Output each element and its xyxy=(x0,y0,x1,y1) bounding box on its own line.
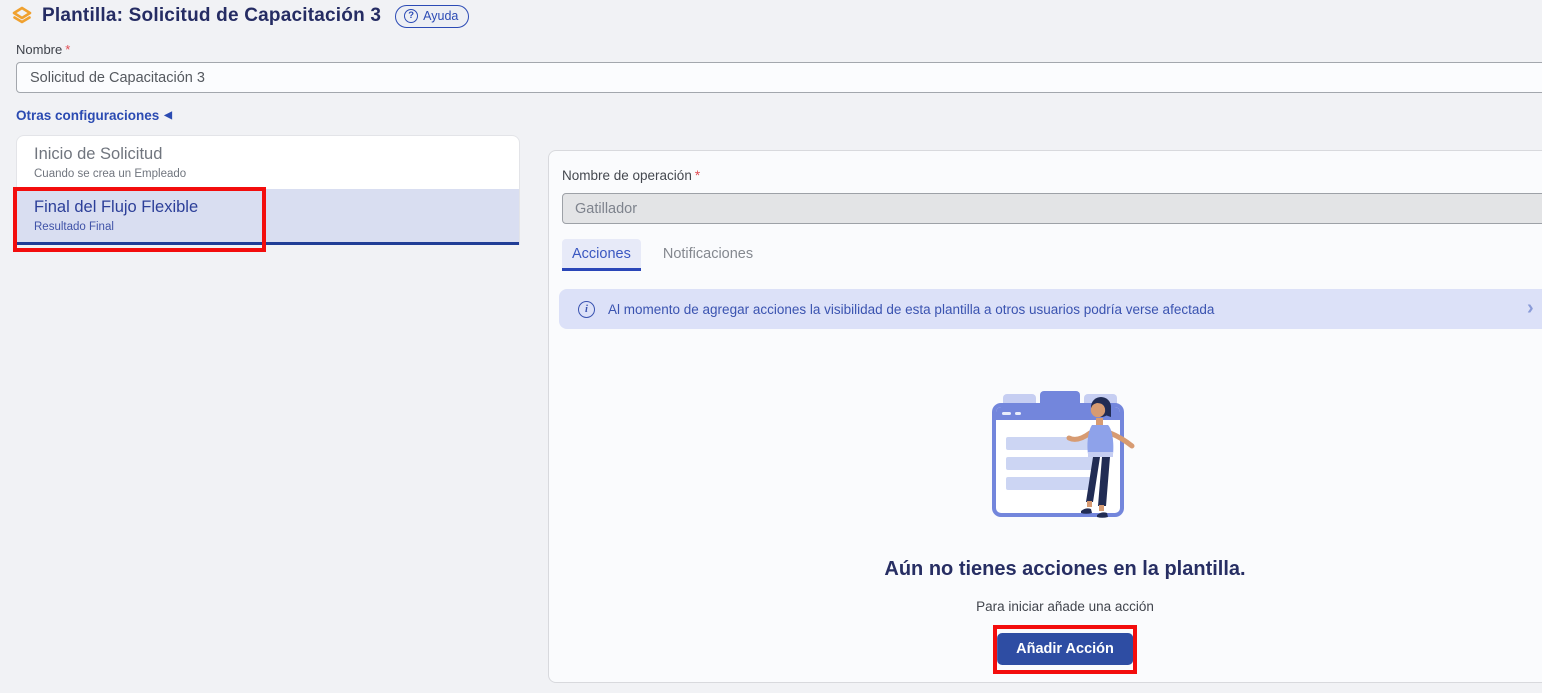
template-editor-screen: Plantilla: Solicitud de Capacitación 3 ?… xyxy=(0,0,1542,693)
other-settings-label: Otras configuraciones xyxy=(16,108,159,123)
empty-state-illustration xyxy=(989,388,1141,524)
tab-notificaciones[interactable]: Notificaciones xyxy=(653,239,763,271)
step-title: Final del Flujo Flexible xyxy=(34,198,502,217)
tab-acciones[interactable]: Acciones xyxy=(562,239,641,271)
step-title: Inicio de Solicitud xyxy=(34,145,502,164)
step-item-final-del-flujo-flexible[interactable]: Final del Flujo Flexible Resultado Final xyxy=(17,189,519,245)
empty-state-title: Aún no tienes acciones en la plantilla. xyxy=(549,558,1542,581)
step-detail-panel: Nombre de operación* Acciones Notificaci… xyxy=(548,150,1542,683)
page-header: Plantilla: Solicitud de Capacitación 3 ?… xyxy=(10,2,469,30)
flow-steps-list: Inicio de Solicitud Cuando se crea un Em… xyxy=(16,135,520,245)
add-action-button[interactable]: Añadir Acción xyxy=(997,633,1133,665)
layers-icon xyxy=(10,4,34,28)
visibility-info-banner: i Al momento de agregar acciones la visi… xyxy=(559,289,1542,329)
step-item-inicio-de-solicitud[interactable]: Inicio de Solicitud Cuando se crea un Em… xyxy=(17,136,519,189)
question-mark-icon: ? xyxy=(404,9,418,23)
info-icon: i xyxy=(578,301,595,318)
empty-state-subtitle: Para iniciar añade una acción xyxy=(549,599,1542,614)
operation-name-label: Nombre de operación* xyxy=(562,168,700,183)
other-settings-toggle[interactable]: Otras configuraciones ◀ xyxy=(16,108,172,123)
help-button-label: Ayuda xyxy=(423,9,458,23)
banner-expand-chevron-icon[interactable]: › xyxy=(1527,297,1534,320)
step-subtitle: Cuando se crea un Empleado xyxy=(34,168,502,180)
banner-text: Al momento de agregar acciones la visibi… xyxy=(608,302,1214,317)
step-subtitle: Resultado Final xyxy=(34,221,502,233)
required-asterisk: * xyxy=(695,168,700,183)
name-field-label: Nombre* xyxy=(16,42,70,57)
detail-tabs: Acciones Notificaciones xyxy=(562,239,763,271)
collapse-arrow-icon: ◀ xyxy=(164,111,172,121)
operation-name-input xyxy=(562,193,1542,224)
page-title: Plantilla: Solicitud de Capacitación 3 xyxy=(42,5,381,27)
required-asterisk: * xyxy=(65,42,70,57)
help-button[interactable]: ? Ayuda xyxy=(395,5,469,28)
name-input[interactable] xyxy=(16,62,1542,93)
